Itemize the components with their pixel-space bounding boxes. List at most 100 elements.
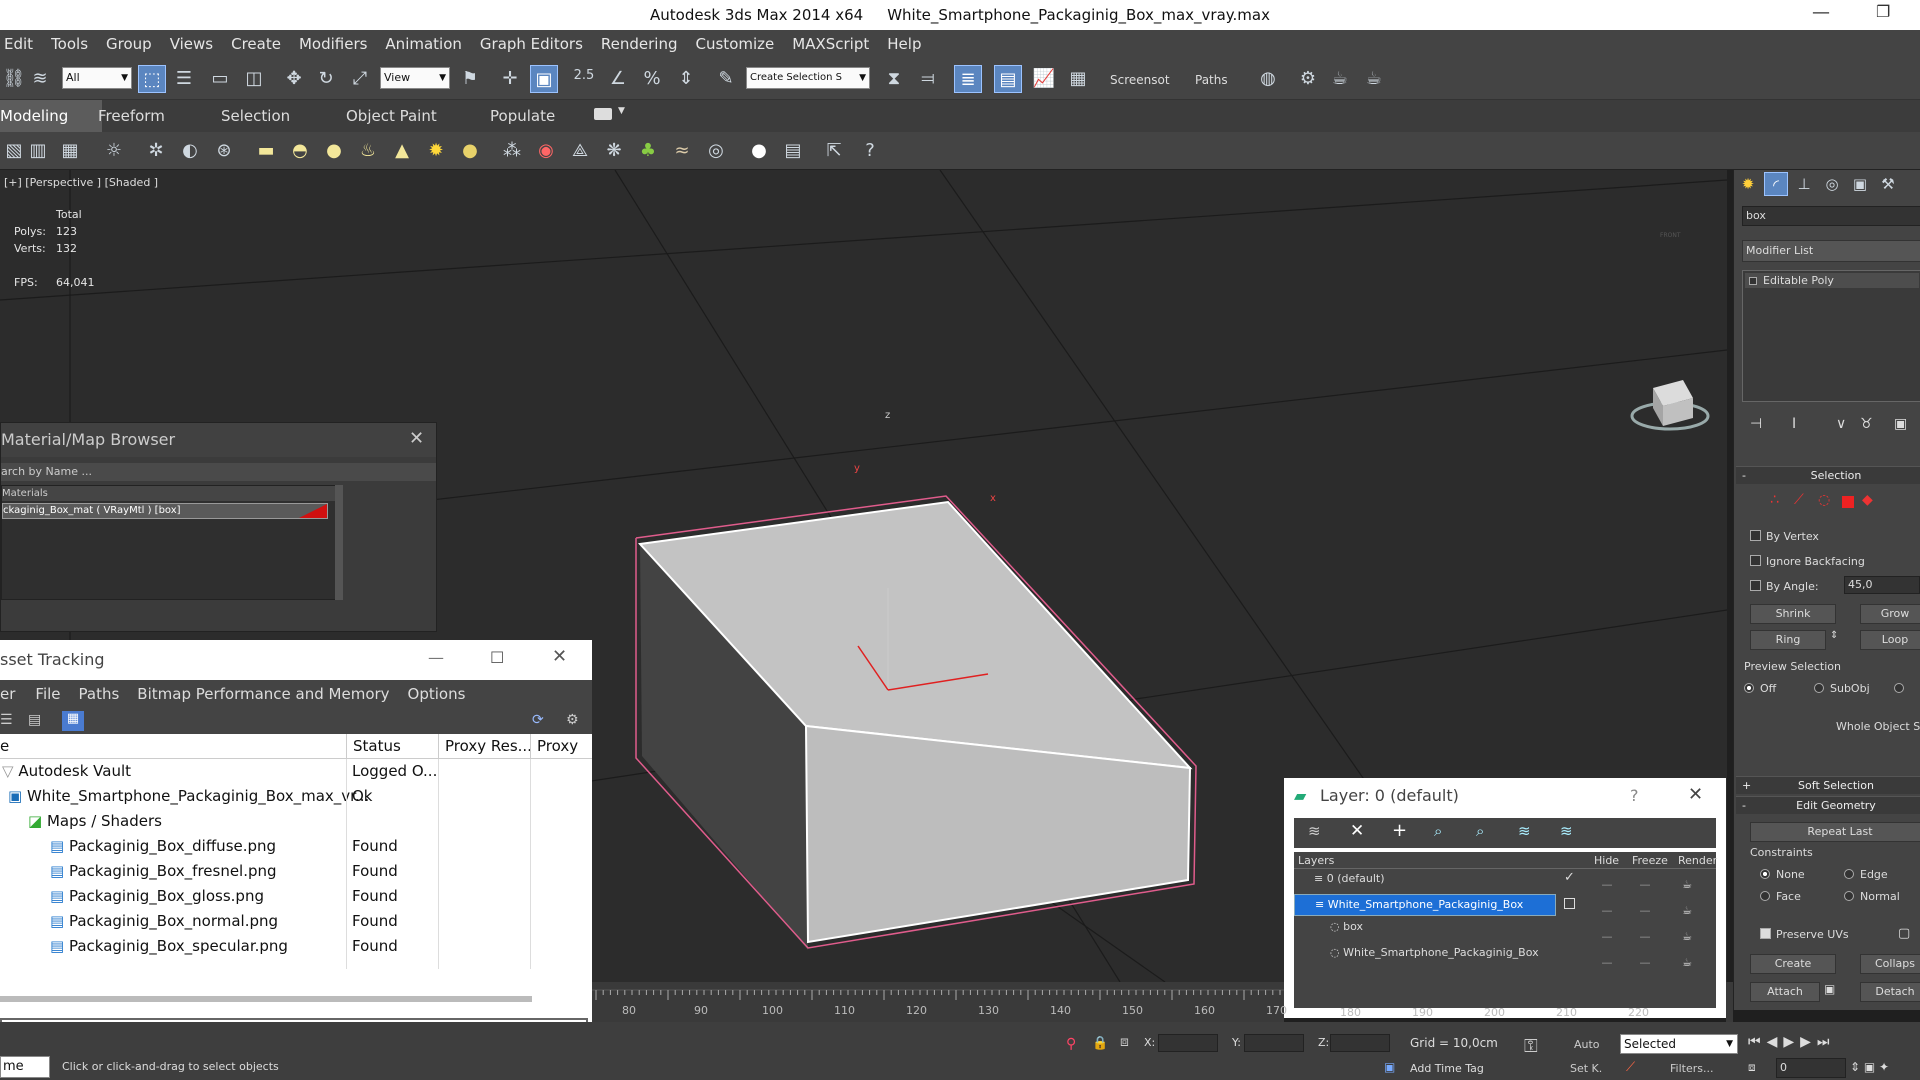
paths-label[interactable]: Paths	[1195, 73, 1228, 87]
asset-menu-paths[interactable]: Paths	[79, 685, 120, 703]
reference-coordinate-dropdown[interactable]: View ▼	[380, 67, 450, 89]
hair-icon[interactable]: ≈	[668, 137, 696, 165]
calendar-icon[interactable]: ▤	[779, 137, 807, 165]
utilities-tab-icon[interactable]: ⚒	[1876, 172, 1900, 196]
vertex-mode-icon[interactable]: ∴	[1770, 492, 1779, 508]
select-by-name-icon[interactable]: ☰	[170, 65, 198, 93]
tree-view-icon[interactable]: ▤	[28, 712, 41, 728]
motion-tab-icon[interactable]: ◎	[1820, 172, 1844, 196]
rect-selection-icon[interactable]: ▭	[206, 65, 234, 93]
materials-group-header[interactable]: Materials	[2, 486, 342, 501]
ring-button[interactable]: Ring	[1750, 630, 1826, 650]
help-icon[interactable]: ?	[856, 137, 884, 165]
x-coordinate-field[interactable]	[1158, 1034, 1218, 1052]
table-row[interactable]: ▤ Packaginig_Box_gloss.png Found	[0, 884, 592, 909]
edit-named-sets-icon[interactable]: ✎	[712, 65, 740, 93]
preview-multi-radio[interactable]	[1894, 682, 1910, 695]
close-icon[interactable]: ✕	[552, 646, 567, 667]
polygon-mode-icon[interactable]	[1842, 496, 1854, 508]
shader-icon[interactable]: ◐	[176, 137, 204, 165]
menu-help[interactable]: Help	[878, 35, 930, 53]
hide-column-toggles[interactable]: — — — —	[1596, 872, 1618, 976]
playback-controls[interactable]: ⏮◀▶▶⏭	[1748, 1034, 1836, 1050]
minimize-icon[interactable]: —	[428, 648, 444, 667]
set-key-icon[interactable]: ⟋	[1626, 1060, 1635, 1075]
table-row[interactable]: ▤ Packaginig_Box_diffuse.png Found	[0, 834, 592, 859]
curve-editor-icon[interactable]: 📈	[1030, 65, 1058, 93]
ies-light-icon[interactable]: ♨	[354, 137, 382, 165]
col-proxy-res[interactable]: Proxy Res...	[438, 734, 532, 759]
displacement-icon[interactable]: ❋	[600, 137, 628, 165]
grow-button[interactable]: Grow	[1860, 604, 1920, 624]
layer-row-selected[interactable]: ≡ White_Smartphone_Packaginig_Box	[1294, 894, 1556, 916]
tab-freeform[interactable]: Freeform	[98, 107, 165, 125]
by-vertex-checkbox[interactable]: By Vertex	[1750, 530, 1819, 543]
time-config-icon[interactable]: ⇕ ▣ ✦	[1850, 1060, 1889, 1074]
spot-light-icon[interactable]: ▲	[388, 137, 416, 165]
table-row[interactable]: ◪ Maps / Shaders	[0, 809, 592, 834]
ring-spinner-icon[interactable]: ⇕	[1830, 630, 1838, 641]
layer-help-icon[interactable]: ?	[1630, 786, 1639, 805]
viewcube[interactable]	[1630, 380, 1710, 431]
hide-all-icon[interactable]: ≋	[1518, 822, 1531, 840]
move-icon[interactable]: ✥	[280, 65, 308, 93]
repeat-last-button[interactable]: Repeat Last	[1750, 822, 1920, 842]
material-list-scrollbar[interactable]	[335, 485, 343, 600]
rotate-icon[interactable]: ↻	[312, 65, 340, 93]
restore-icon[interactable]: ❐	[1876, 2, 1890, 21]
render-frame-icon[interactable]: ▥	[24, 137, 52, 165]
table-row[interactable]: ▤ Packaginig_Box_fresnel.png Found	[0, 859, 592, 884]
loop-button[interactable]: Loop	[1860, 630, 1920, 650]
soft-selection-rollout-header[interactable]: + Soft Selection	[1736, 776, 1920, 794]
display-tab-icon[interactable]: ▣	[1848, 172, 1872, 196]
isolate-icon[interactable]: ⚲	[1066, 1036, 1076, 1052]
menu-views[interactable]: Views	[161, 35, 222, 53]
layer-manager-icon[interactable]: ≣	[954, 65, 982, 93]
menu-maxscript[interactable]: MAXScript	[783, 35, 878, 53]
unlink-icon[interactable]: ≋	[26, 65, 54, 93]
environment-icon[interactable]: ▦	[56, 137, 84, 165]
z-coordinate-field[interactable]	[1330, 1034, 1390, 1052]
freeze-column-toggles[interactable]: — — — —	[1634, 872, 1656, 976]
align-icon[interactable]: ⫤	[914, 65, 942, 93]
timeline[interactable]: 80 90 100 110 120 130 140 150 160 170	[592, 982, 1287, 1022]
link-icon[interactable]: ⛓	[0, 65, 28, 93]
render-column-teapot-icons[interactable]: ☕ ☕ ☕ ☕	[1676, 872, 1698, 976]
menu-graph-editors[interactable]: Graph Editors	[471, 35, 592, 53]
col-name[interactable]: e	[0, 734, 9, 759]
light-lister-icon[interactable]: ☼	[100, 137, 128, 165]
preview-off-radio[interactable]: Off	[1744, 682, 1776, 695]
pivot-icon[interactable]: ⚑	[456, 65, 484, 93]
key-filter-dropdown[interactable]: Selected ▼	[1620, 1034, 1738, 1054]
add-to-layer-icon[interactable]: +	[1392, 820, 1407, 841]
absolute-mode-icon[interactable]: ⧈	[1120, 1034, 1129, 1050]
create-button[interactable]: Create	[1750, 954, 1836, 974]
border-mode-icon[interactable]: ◌	[1818, 492, 1830, 508]
set-key-button[interactable]: Set K.	[1570, 1062, 1602, 1075]
asset-menu-file[interactable]: File	[35, 685, 60, 703]
tab-modeling[interactable]: Modeling	[0, 100, 103, 132]
remove-modifier-icon[interactable]: ♉	[1860, 416, 1873, 432]
add-time-tag-label[interactable]: Add Time Tag	[1410, 1062, 1484, 1075]
constraint-face-radio[interactable]: Face	[1760, 890, 1801, 903]
attach-list-icon[interactable]: ▣	[1824, 982, 1835, 996]
menu-rendering[interactable]: Rendering	[592, 35, 687, 53]
particle-icon[interactable]: ✲	[142, 137, 170, 165]
tab-object-paint[interactable]: Object Paint	[346, 107, 437, 125]
material-editor-icon[interactable]: ◍	[1254, 65, 1282, 93]
collapse-button[interactable]: Collaps	[1860, 954, 1920, 974]
key-filters-button[interactable]: Filters...	[1670, 1062, 1713, 1075]
close-icon[interactable]: ✕	[1688, 784, 1703, 805]
maximize-icon[interactable]: ☐	[490, 648, 504, 667]
key-mode-icon[interactable]: ⧈	[1748, 1060, 1756, 1075]
chevron-down-icon[interactable]: ▼	[618, 106, 625, 116]
table-row[interactable]: ▤ Packaginig_Box_specular.png Found	[0, 934, 592, 959]
modifier-list-dropdown[interactable]: Modifier List	[1742, 240, 1920, 262]
table-row[interactable]: ▤ Packaginig_Box_normal.png Found	[0, 909, 592, 934]
screenshot-label[interactable]: Screensot	[1110, 73, 1170, 87]
named-selection-sets-dropdown[interactable]: Create Selection S ▼	[746, 67, 870, 89]
material-item[interactable]: ckaginig_Box_mat ( VRayMtl ) [box]	[2, 503, 328, 519]
window-crossing-icon[interactable]: ◫	[240, 65, 268, 93]
list-view-icon[interactable]: ☰	[0, 712, 13, 728]
sphere-icon[interactable]: ●	[456, 137, 484, 165]
